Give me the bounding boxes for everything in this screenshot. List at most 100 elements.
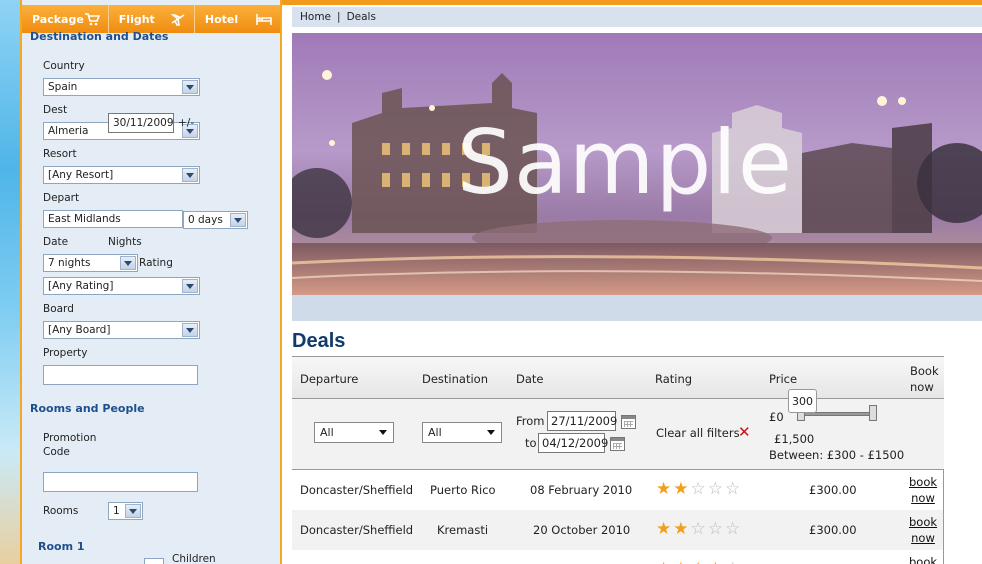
depart-select[interactable]: East Midlands — [43, 210, 183, 228]
price-slider-max-handle[interactable] — [869, 405, 877, 421]
book-now-line2: now — [911, 491, 935, 505]
row-date: 20 October 2010 — [533, 523, 631, 537]
to-date-input[interactable]: 04/12/2009 — [538, 433, 608, 453]
price-max-label: £1,500 — [774, 432, 815, 446]
rating-select[interactable]: [Any Rating] — [43, 277, 200, 295]
from-date-input[interactable]: 27/11/2009 — [547, 411, 617, 431]
room1-title: Room 1 — [38, 540, 85, 553]
col-date[interactable]: Date — [516, 372, 544, 386]
chevron-down-icon[interactable] — [182, 323, 198, 337]
book-now-line1: book — [909, 475, 938, 489]
breadcrumb-home-link[interactable]: Home — [300, 11, 331, 23]
tab-package-label: Package — [32, 12, 84, 26]
col-price[interactable]: Price — [769, 372, 797, 386]
breadcrumb: Home | Deals — [292, 7, 982, 27]
nights-select[interactable]: 7 nights — [43, 254, 138, 272]
hero-caption-bar — [292, 295, 982, 321]
col-book-line2: now — [910, 380, 934, 394]
tab-flight[interactable]: Flight — [109, 5, 195, 33]
chevron-down-icon[interactable] — [182, 168, 198, 182]
chevron-down-icon[interactable] — [182, 279, 198, 293]
table-row[interactable]: ★★★★☆ book — [292, 550, 944, 564]
resort-select[interactable]: [Any Resort] — [43, 166, 200, 184]
tab-package[interactable]: Package — [22, 5, 109, 33]
tab-hotel-label: Hotel — [204, 12, 239, 26]
country-select[interactable]: Spain — [43, 78, 200, 96]
chevron-down-icon[interactable] — [125, 504, 141, 518]
resort-label: Resort — [43, 148, 77, 160]
col-book-line1: Book — [910, 364, 939, 378]
hero-banner-image: Sample — [292, 33, 982, 295]
col-rating[interactable]: Rating — [655, 372, 692, 386]
star-empty-icon: ☆ — [690, 519, 706, 539]
property-input[interactable] — [43, 365, 198, 385]
row-price: £300.00 — [809, 483, 857, 497]
board-select[interactable]: [Any Board] — [43, 321, 200, 339]
tab-flight-label: Flight — [118, 12, 155, 26]
table-row[interactable]: Doncaster/Sheffield Kremasti 20 October … — [292, 510, 944, 550]
clear-filters-link[interactable]: Clear all filters — [656, 426, 740, 440]
book-now-line1: book — [909, 515, 938, 529]
calendar-icon[interactable] — [610, 437, 625, 451]
resort-value: [Any Resort] — [48, 169, 114, 181]
date-input[interactable]: 30/11/2009 — [108, 113, 174, 133]
departure-filter-select[interactable]: All — [314, 422, 394, 443]
promotion-code-input[interactable] — [43, 472, 198, 492]
table-row[interactable]: Doncaster/Sheffield Puerto Rico 08 Febru… — [292, 470, 944, 510]
row-price: £300.00 — [809, 523, 857, 537]
star-filled-icon: ★ — [656, 479, 672, 499]
star-empty-icon: ☆ — [725, 519, 741, 539]
price-min-label: £0 — [769, 410, 784, 424]
price-slider-tooltip: 300 — [788, 389, 817, 413]
star-empty-icon: ☆ — [707, 519, 723, 539]
depart-value: East Midlands — [48, 213, 121, 225]
destination-section-title: Destination and Dates — [30, 30, 169, 43]
col-departure[interactable]: Departure — [300, 372, 358, 386]
breadcrumb-separator: | — [337, 11, 341, 23]
cart-icon — [84, 13, 100, 26]
days-select[interactable]: 0 days — [183, 211, 248, 229]
book-now-link[interactable]: book now — [909, 474, 937, 506]
background-edge — [0, 0, 20, 564]
chevron-down-icon[interactable] — [182, 80, 198, 94]
nights-label: Nights — [108, 236, 142, 248]
star-rating: ★ ★ ☆ ☆ ☆ — [656, 481, 740, 498]
col-destination[interactable]: Destination — [422, 372, 488, 386]
price-range-text: Between: £300 - £1500 — [769, 448, 905, 462]
dest-value: Almeria — [48, 125, 89, 137]
tab-hotel[interactable]: Hotel — [195, 5, 280, 33]
deals-filter-row: All All From 27/11/2009 to 04/12/2009 Cl… — [292, 389, 944, 470]
country-label: Country — [43, 60, 85, 72]
destination-filter-select[interactable]: All — [422, 422, 502, 443]
chevron-down-icon[interactable] — [120, 256, 136, 270]
nights-value: 7 nights — [48, 257, 91, 269]
chevron-down-icon[interactable] — [230, 213, 246, 227]
bed-icon — [256, 14, 272, 25]
star-rating: ★ ★ ☆ ☆ ☆ — [656, 521, 740, 538]
children-label: Children — [172, 553, 216, 564]
dest-label: Dest — [43, 104, 68, 116]
from-label: From — [516, 414, 545, 428]
row-destination: Kremasti — [437, 523, 489, 537]
children-select[interactable] — [144, 558, 164, 564]
hero-watermark: Sample — [457, 111, 793, 214]
book-now-link[interactable]: book — [909, 554, 937, 564]
days-value: 0 days — [188, 214, 223, 226]
book-now-link[interactable]: book now — [909, 514, 937, 546]
calendar-icon[interactable] — [621, 415, 636, 429]
board-value: [Any Board] — [48, 324, 111, 336]
rooms-select[interactable]: 1 — [108, 502, 143, 520]
close-icon[interactable]: ✕ — [738, 423, 751, 441]
depart-label: Depart — [43, 192, 80, 204]
search-tabs: Package Flight Hotel — [22, 5, 280, 33]
rooms-section-title: Rooms and People — [30, 402, 145, 415]
board-label: Board — [43, 303, 74, 315]
rating-label: Rating — [139, 257, 173, 269]
book-now-line2: now — [911, 531, 935, 545]
deals-title: Deals — [292, 330, 346, 352]
star-empty-icon: ☆ — [690, 479, 706, 499]
plane-icon — [170, 14, 185, 26]
promo-label-line2: Code — [43, 446, 70, 458]
row-departure: Doncaster/Sheffield — [300, 483, 414, 497]
book-now-line1: book — [909, 555, 938, 564]
